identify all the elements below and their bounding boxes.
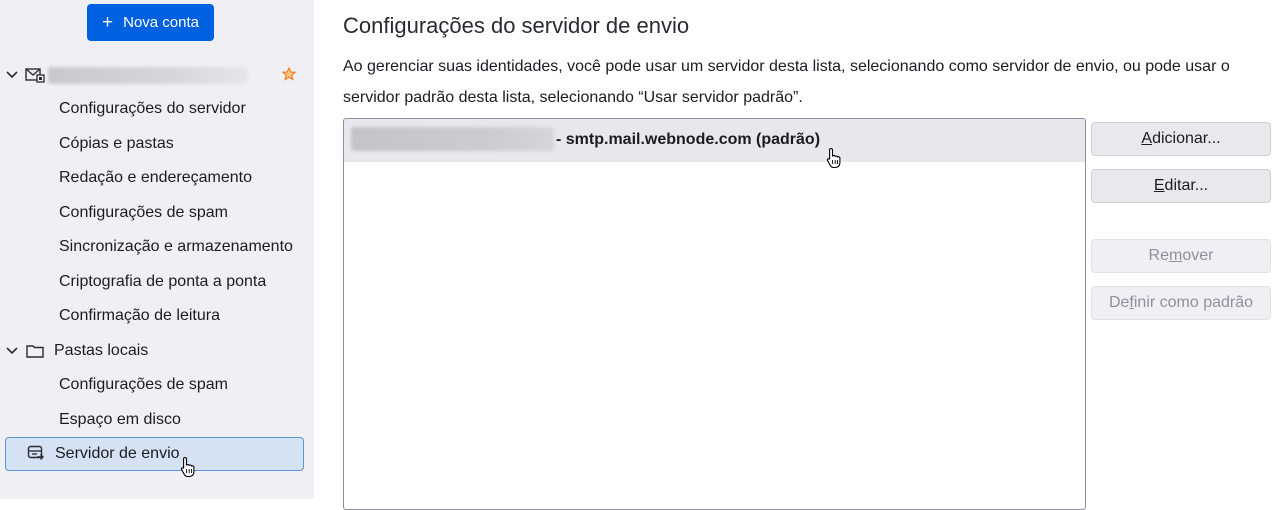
star-icon xyxy=(281,66,297,86)
sidebar-item-local-junk-settings[interactable]: Configurações de spam xyxy=(0,370,314,400)
page-title: Configurações do servidor de envio xyxy=(343,13,690,38)
server-item-label: - smtp.mail.webnode.com (padrão) xyxy=(556,131,821,148)
set-default-server-button[interactable]: Definir como padrão xyxy=(1091,286,1271,320)
sidebar-item-e2e-encryption[interactable]: Criptografia de ponta a ponta xyxy=(0,267,314,297)
sidebar-item-sync-storage[interactable]: Sincronização e armazenamento xyxy=(0,232,314,262)
page-description: Ao gerenciar suas identidades, você pode… xyxy=(343,58,1230,106)
sidebar-item-server-settings[interactable]: Configurações do servidor xyxy=(0,94,314,124)
button-label: Editar... xyxy=(1153,177,1209,194)
sidebar-item-copies-folders[interactable]: Cópias e pastas xyxy=(0,129,314,159)
redacted-account-name xyxy=(48,67,248,84)
chevron-down-icon[interactable] xyxy=(4,67,20,83)
new-account-button[interactable]: + Nova conta xyxy=(87,4,214,41)
sidebar-item-outgoing-server[interactable]: Servidor de envio xyxy=(5,437,304,471)
sidebar-item-disk-space[interactable]: Espaço em disco xyxy=(0,405,314,435)
mail-account-icon xyxy=(25,66,45,84)
sidebar-item-composition-addressing[interactable]: Redação e endereçamento xyxy=(0,163,314,193)
button-label: Adicionar... xyxy=(1141,130,1221,147)
new-account-label: Nova conta xyxy=(123,14,199,31)
remove-server-button[interactable]: Remover xyxy=(1091,239,1271,273)
plus-icon: + xyxy=(102,12,114,33)
add-server-button[interactable]: Adicionar... xyxy=(1091,122,1271,156)
chevron-down-icon[interactable] xyxy=(4,343,20,359)
sidebar-item-return-receipts[interactable]: Confirmação de leitura xyxy=(0,301,314,331)
button-label: Definir como padrão xyxy=(1108,294,1254,311)
local-folders-row[interactable]: Pastas locais xyxy=(0,336,314,366)
list-item[interactable]: - smtp.mail.webnode.com (padrão) xyxy=(344,119,1085,162)
button-label: Remover xyxy=(1148,247,1214,264)
redacted-server-description xyxy=(351,127,554,151)
account-row[interactable] xyxy=(0,60,314,90)
smtp-server-list[interactable]: - smtp.mail.webnode.com (padrão) xyxy=(343,118,1086,510)
edit-server-button[interactable]: Editar... xyxy=(1091,169,1271,203)
sidebar-item-junk-settings[interactable]: Configurações de spam xyxy=(0,198,314,228)
account-sidebar: + Nova conta Configurações do servidor C… xyxy=(0,0,314,499)
main-panel: Configurações do servidor de envio Ao ge… xyxy=(314,0,1287,510)
folder-icon xyxy=(25,342,45,360)
outgoing-server-icon xyxy=(26,445,46,463)
